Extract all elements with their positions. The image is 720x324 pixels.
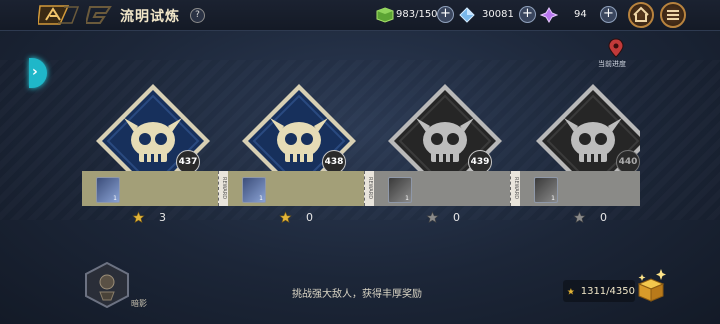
reward-count: 1 xyxy=(113,195,117,202)
top-bar: 流明试炼 ? 983/1500 + 30081 + 94 + xyxy=(0,0,720,31)
purple-gem-icon xyxy=(540,6,558,23)
current-progress-label: 当前进度 xyxy=(598,60,626,68)
treasure-chest-icon xyxy=(637,278,665,302)
star-total-value: 1311/4350 xyxy=(580,285,635,297)
treasure-chest-button[interactable] xyxy=(635,268,667,302)
home-button[interactable] xyxy=(628,2,654,28)
help-button[interactable]: ? xyxy=(190,8,205,23)
shadow-emblem-icon xyxy=(99,274,115,301)
chevron-right-icon: › xyxy=(32,64,38,80)
reward-strip[interactable]: REWARD 1 xyxy=(374,171,520,206)
reward-tag: REWARD xyxy=(364,171,374,206)
stars-value: 0 xyxy=(453,211,460,224)
stage-stars: 0 xyxy=(426,211,460,224)
reward-tag: REWARD xyxy=(218,171,228,206)
reward-card-icon[interactable]: 1 xyxy=(534,177,558,203)
home-icon xyxy=(633,6,649,22)
star-icon xyxy=(573,211,586,223)
reward-card-icon[interactable]: 1 xyxy=(388,177,412,203)
star-icon xyxy=(279,211,292,223)
logo-icon xyxy=(86,6,112,24)
reward-count: 1 xyxy=(259,195,263,202)
stage-stars: 0 xyxy=(573,211,607,224)
menu-button[interactable] xyxy=(660,2,686,28)
reward-strip[interactable]: REWARD 1 xyxy=(82,171,228,206)
location-pin-icon xyxy=(608,38,624,58)
reward-count: 1 xyxy=(551,195,555,202)
stars-value: 0 xyxy=(306,211,313,224)
stage-stars: 0 xyxy=(279,211,313,224)
menu-icon xyxy=(667,10,679,20)
stamina-resource: 983/1500 xyxy=(376,6,444,23)
stage-stars: 3 xyxy=(132,211,166,224)
shadow-label: 暗影 xyxy=(131,299,147,308)
reward-card-icon[interactable]: 1 xyxy=(96,177,120,203)
crystal-value: 30081 xyxy=(482,9,514,20)
star-icon xyxy=(426,211,439,223)
back-button[interactable] xyxy=(38,4,82,26)
reward-tag: REWARD xyxy=(510,171,520,206)
star-icon xyxy=(132,211,145,223)
gem-resource: 94 xyxy=(540,6,587,23)
blue-crystal-icon xyxy=(459,6,475,23)
reward-count: 1 xyxy=(405,195,409,202)
page-title: 流明试炼 xyxy=(120,9,180,25)
star-total: 1311/4350 xyxy=(563,280,635,302)
gem-plus-button[interactable]: + xyxy=(600,6,617,23)
reward-card-icon[interactable]: 1 xyxy=(242,177,266,203)
star-icon xyxy=(567,287,575,295)
reward-strip[interactable]: 1 xyxy=(520,171,640,206)
stars-value: 0 xyxy=(600,211,607,224)
reward-strip[interactable]: REWARD 1 xyxy=(228,171,374,206)
crystal-plus-button[interactable]: + xyxy=(519,6,536,23)
gem-value: 94 xyxy=(574,9,587,20)
shadow-mode-button[interactable] xyxy=(84,262,130,308)
stamina-plus-button[interactable]: + xyxy=(437,6,454,23)
stars-value: 3 xyxy=(159,211,166,224)
green-cube-icon xyxy=(376,6,394,23)
crystal-resource: 30081 xyxy=(458,6,514,23)
challenge-hint: 挑战强大敌人，获得丰厚奖励 xyxy=(292,289,422,300)
